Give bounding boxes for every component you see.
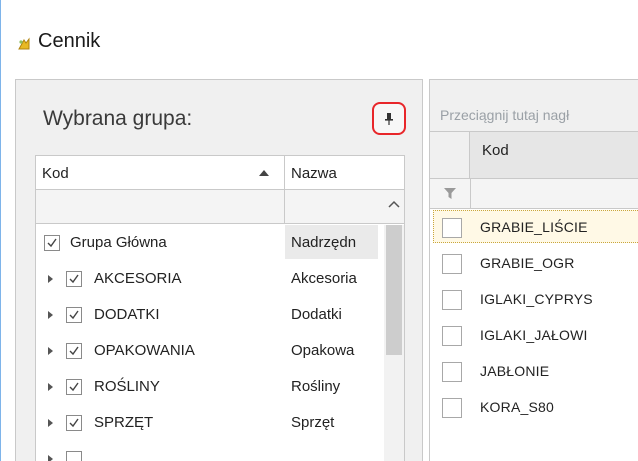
expand-arrow-icon[interactable] — [48, 383, 53, 391]
column-header-code[interactable]: Kod — [36, 156, 285, 190]
checkmark-icon — [69, 418, 79, 428]
window-titlebar: Cennik — [1, 0, 638, 78]
pin-button[interactable] — [372, 102, 406, 135]
checkbox[interactable] — [66, 271, 82, 287]
product-row[interactable]: GRABIE_OGR — [430, 245, 638, 281]
checkmark-icon — [69, 310, 79, 320]
vertical-scrollbar[interactable] — [384, 225, 404, 461]
checkmark-icon — [69, 346, 79, 356]
checkbox[interactable] — [442, 290, 462, 310]
checkbox[interactable] — [66, 379, 82, 395]
checkbox[interactable] — [442, 218, 462, 238]
product-row[interactable]: IGLAKI_JAŁOWI — [430, 317, 638, 353]
product-row[interactable]: IGLAKI_CYPRYS — [430, 281, 638, 317]
product-code: GRABIE_LIŚCIE — [480, 219, 588, 235]
expand-arrow-icon[interactable] — [48, 347, 53, 355]
product-code: JABŁONIE — [480, 363, 550, 379]
checkbox[interactable] — [442, 362, 462, 382]
filter-row[interactable] — [430, 179, 638, 209]
pin-icon — [385, 113, 393, 125]
column-header-name-label: Nazwa — [291, 165, 337, 182]
checkbox[interactable] — [442, 326, 462, 346]
product-code: IGLAKI_JAŁOWI — [480, 327, 588, 343]
expand-arrow-icon[interactable] — [48, 311, 53, 319]
row-name: Rośliny — [291, 378, 341, 395]
column-header-name[interactable]: Nazwa — [285, 156, 404, 190]
row-name: Akcesoria — [291, 270, 357, 287]
group-panel: Wybrana grupa: Kod Nazwa Grupa Główna Na… — [15, 79, 423, 461]
checkbox[interactable] — [66, 415, 82, 431]
group-label: Wybrana grupa: — [43, 107, 193, 130]
product-row[interactable]: GRABIE_LIŚCIE — [430, 209, 638, 245]
tree-row[interactable]: OPAKOWANIA Opakowa — [36, 333, 384, 369]
checkbox[interactable] — [66, 343, 82, 359]
row-name: Opakowa — [291, 342, 355, 359]
row-name: Sprzęt — [291, 414, 335, 431]
product-code: GRABIE_OGR — [480, 255, 575, 271]
cennik-window: Cennik Wybrana grupa: Kod Nazwa Grupa Gł… — [0, 0, 638, 461]
products-grid: Kod GRABIE_LIŚCIE GRABIE_OGR IGLAKI_CYPR… — [430, 131, 638, 461]
column-header-code[interactable]: Kod — [470, 132, 638, 179]
filter-separator — [284, 190, 285, 224]
group-grid: Kod Nazwa Grupa Główna Nadrzędn AKCESORI… — [35, 155, 405, 461]
product-code: KORA_S80 — [480, 399, 554, 415]
row-code: DODATKI — [94, 306, 160, 323]
checkbox[interactable] — [44, 235, 60, 251]
row-code: AKCESORIA — [94, 270, 182, 287]
group-by-drag-hint[interactable]: Przeciągnij tutaj nagł — [440, 107, 569, 123]
expand-arrow-icon[interactable] — [48, 275, 53, 283]
filter-icon[interactable] — [444, 188, 456, 199]
checkbox[interactable] — [66, 451, 82, 461]
row-indicator-header — [430, 132, 470, 179]
window-title: Cennik — [38, 30, 101, 52]
expand-arrow-icon[interactable] — [48, 419, 53, 427]
app-icon — [18, 37, 30, 50]
product-code: IGLAKI_CYPRYS — [480, 291, 593, 307]
tree-row[interactable]: ROŚLINY Rośliny — [36, 369, 384, 405]
row-code: SPRZĘT — [94, 414, 154, 431]
row-code: ROŚLINY — [94, 378, 160, 395]
expand-arrow-icon[interactable] — [48, 455, 53, 461]
tree-row[interactable]: SPRZĘT Sprzęt — [36, 405, 384, 441]
tree-row[interactable]: DODATKI Dodatki — [36, 297, 384, 333]
row-code: OPAKOWANIA — [94, 342, 195, 359]
group-panel-header: Wybrana grupa: — [16, 80, 422, 154]
row-code: Grupa Główna — [70, 234, 167, 251]
sort-ascending-icon — [259, 170, 269, 176]
column-header-code-label: Kod — [482, 142, 509, 159]
scrollbar-thumb[interactable] — [386, 225, 402, 355]
tree-row[interactable]: AKCESORIA Akcesoria — [36, 261, 384, 297]
row-name: Nadrzędn — [285, 225, 378, 259]
product-row[interactable]: KORA_S80 — [430, 389, 638, 425]
checkbox[interactable] — [442, 254, 462, 274]
scroll-up-icon[interactable] — [388, 200, 400, 208]
checkbox[interactable] — [442, 398, 462, 418]
checkbox[interactable] — [66, 307, 82, 323]
checkmark-icon — [69, 382, 79, 392]
products-panel: Przeciągnij tutaj nagł Kod GRABIE_LIŚCIE… — [429, 79, 638, 461]
filter-row[interactable] — [36, 190, 404, 224]
column-header-code-label: Kod — [42, 165, 69, 182]
product-row[interactable]: JABŁONIE — [430, 353, 638, 389]
filter-separator — [470, 179, 471, 209]
row-name: Dodatki — [291, 306, 342, 323]
checkmark-icon — [69, 274, 79, 284]
tree-row-partial[interactable] — [36, 441, 384, 461]
tree-row[interactable]: Grupa Główna Nadrzędn — [36, 225, 384, 261]
checkmark-icon — [47, 238, 57, 248]
